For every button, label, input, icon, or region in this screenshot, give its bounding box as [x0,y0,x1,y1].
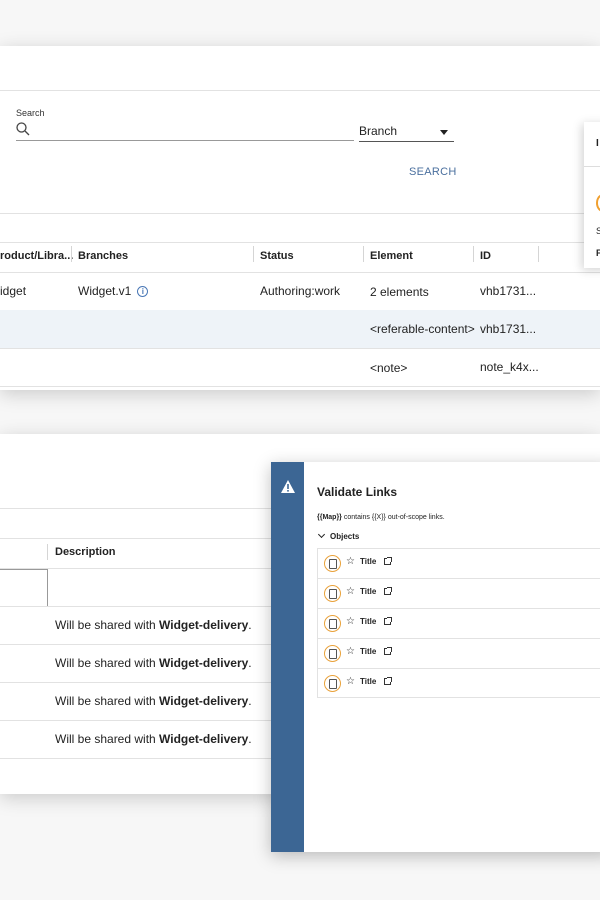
external-link-icon[interactable] [384,587,392,595]
column-separator [473,246,474,262]
column-separator [538,246,539,262]
description-cell: Will be shared with Widget-delivery. [55,694,252,708]
external-link-icon[interactable] [384,647,392,655]
star-icon[interactable]: ☆ [346,586,355,597]
chevron-down-icon [317,530,326,539]
search-button[interactable]: SEARCH [409,166,457,178]
description-cell: Will be shared with Widget-delivery. [55,656,252,670]
side-card-text: I [596,138,599,149]
object-row[interactable]: ☆ Title [317,608,600,638]
table-cell[interactable]: note_k4x... [480,360,539,374]
star-icon[interactable]: ☆ [346,646,355,657]
search-panel: Search Branch SEARCH roduct/Libra... Bra… [0,46,600,390]
object-row[interactable]: ☆ Title [317,578,600,608]
table-cell[interactable]: idget [0,284,26,298]
branch-select[interactable]: Branch [359,122,454,142]
table-cell[interactable]: <referable-content> [370,322,475,336]
divider [0,242,600,243]
column-header-product[interactable]: roduct/Libra... [0,250,73,262]
description-cell: Will be shared with Widget-delivery. [55,732,252,746]
table-cell[interactable]: Authoring:work [260,284,340,298]
object-title[interactable]: Title [360,617,376,626]
validate-links-dialog: Validate Links {{Map}} contains {{X}} ou… [271,462,600,852]
side-card-text: F [596,248,600,258]
dialog-sidebar [271,462,304,852]
info-icon[interactable]: i [137,286,149,297]
divider [0,386,600,387]
side-card-text: S [596,226,600,236]
column-header-status[interactable]: Status [260,250,294,262]
column-header-branches[interactable]: Branches [78,250,128,262]
external-link-icon[interactable] [384,617,392,625]
table-cell-branch[interactable]: Widget.v1 i [78,284,149,298]
column-separator [47,544,48,560]
star-icon[interactable]: ☆ [346,556,355,567]
divider [0,272,600,273]
document-icon [324,555,341,572]
divider [0,348,600,349]
description-cell: Will be shared with Widget-delivery. [55,618,252,632]
document-icon [324,675,341,692]
table-cell[interactable]: vhb1731... [480,322,536,336]
dialog-message: {{Map}} contains {{X}} out-of-scope link… [317,514,445,521]
warning-icon [281,480,295,493]
external-link-icon[interactable] [384,557,392,565]
divider [584,166,600,167]
search-icon [16,122,30,136]
branch-select-value: Branch [359,124,398,138]
status-ring-icon [596,194,600,212]
star-icon[interactable]: ☆ [346,676,355,687]
object-row[interactable]: ☆ Title [317,548,600,578]
column-header-description[interactable]: Description [55,546,116,558]
external-link-icon[interactable] [384,677,392,685]
object-title[interactable]: Title [360,557,376,566]
object-title[interactable]: Title [360,647,376,656]
column-separator [253,246,254,262]
document-icon [324,585,341,602]
divider [0,90,600,91]
column-separator [363,246,364,262]
object-title[interactable]: Title [360,677,376,686]
caret-down-icon [440,130,448,135]
object-row[interactable]: ☆ Title [317,638,600,668]
document-icon [324,645,341,662]
side-card: I S F [584,122,600,268]
star-icon[interactable]: ☆ [346,616,355,627]
object-row[interactable]: ☆ Title [317,668,600,698]
table-cell[interactable]: 2 elements [370,285,429,299]
divider [0,213,600,214]
objects-toggle[interactable]: Objects [317,530,359,541]
document-icon [324,615,341,632]
table-cell[interactable]: vhb1731... [480,284,536,298]
branch-link[interactable]: Widget.v1 [78,284,131,298]
table-cell[interactable]: <note> [370,361,407,375]
column-header-element[interactable]: Element [370,250,413,262]
column-header-id[interactable]: ID [480,250,491,262]
dialog-title: Validate Links [317,485,398,499]
search-label: Search [16,108,45,118]
search-input[interactable] [16,140,354,141]
filter-input[interactable] [0,569,48,607]
object-title[interactable]: Title [360,587,376,596]
column-separator [71,246,72,262]
